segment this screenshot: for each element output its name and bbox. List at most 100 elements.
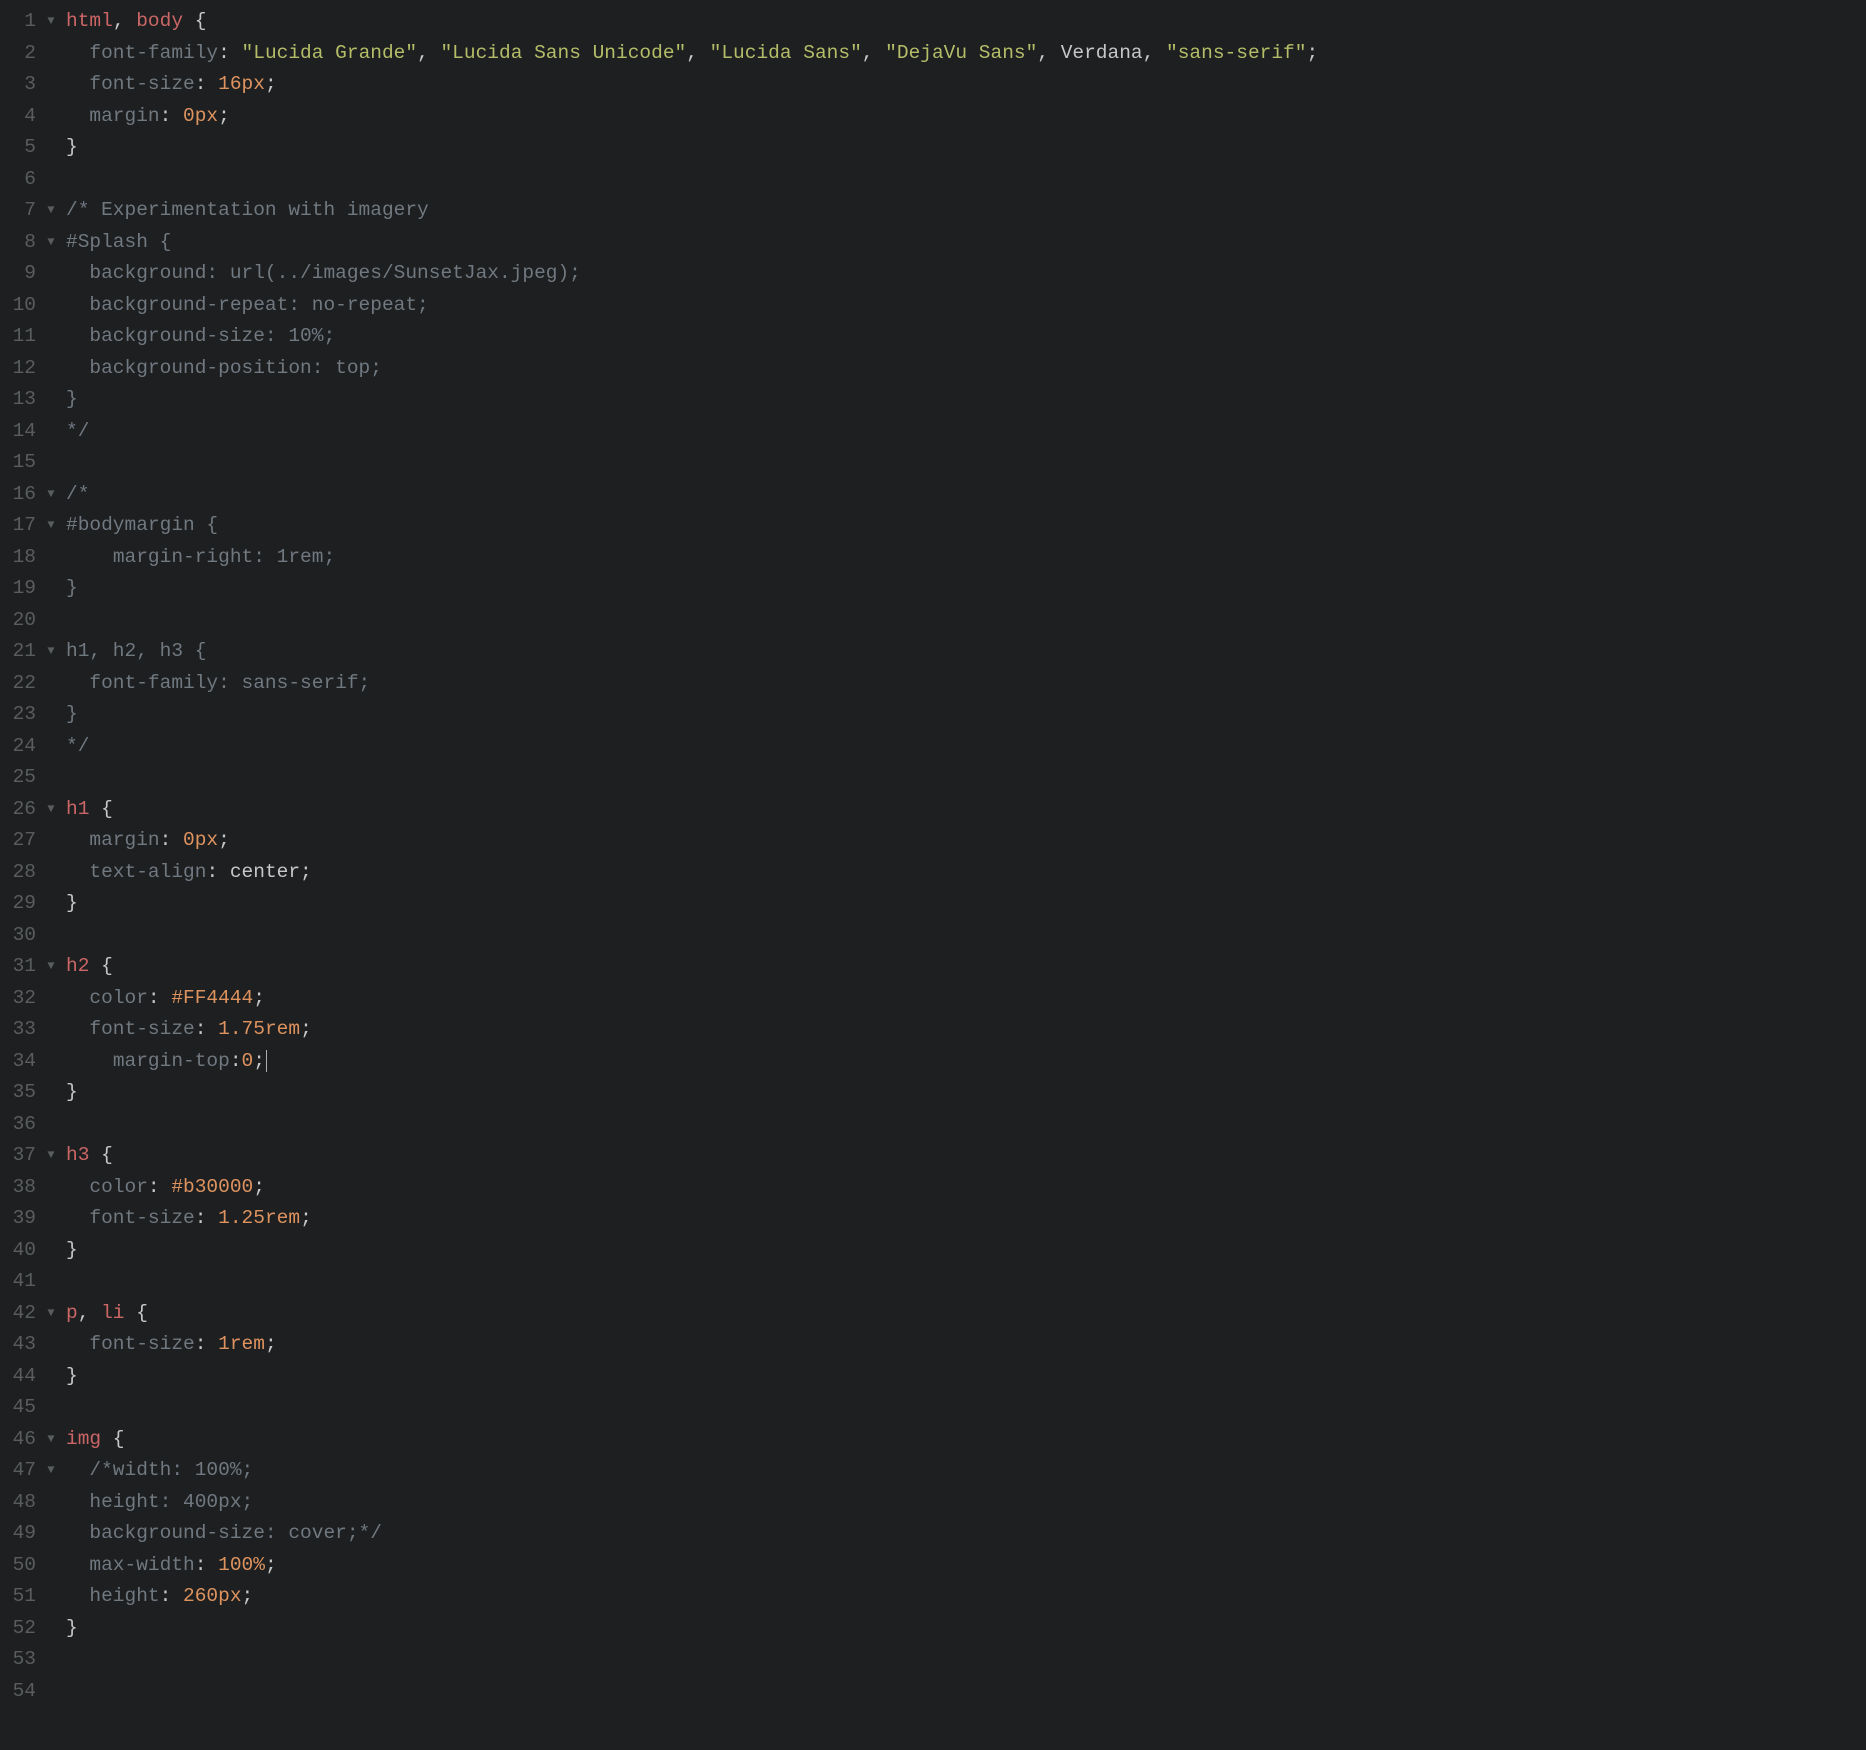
token-tag: body	[136, 6, 183, 37]
fold-toggle-icon	[42, 416, 60, 448]
token-punc: :	[160, 101, 183, 132]
code-line[interactable]: text-align: center;	[66, 857, 1866, 889]
code-line[interactable]: #Splash {	[66, 227, 1866, 259]
token-prop: font-family	[89, 38, 218, 69]
code-line[interactable]: margin: 0px;	[66, 101, 1866, 133]
token-comment: }	[66, 573, 78, 604]
token-prop: margin-top	[113, 1046, 230, 1077]
token-punc: ;	[242, 1581, 254, 1612]
code-line[interactable]: font-size: 1rem;	[66, 1329, 1866, 1361]
code-line[interactable]	[66, 447, 1866, 479]
fold-toggle-icon[interactable]: ▼	[42, 1424, 60, 1456]
fold-toggle-icon[interactable]: ▼	[42, 951, 60, 983]
code-line[interactable]: #bodymargin {	[66, 510, 1866, 542]
code-editor[interactable]: 1234567891011121314151617181920212223242…	[0, 0, 1866, 1750]
code-line[interactable]	[66, 164, 1866, 196]
code-line[interactable]: */	[66, 731, 1866, 763]
code-line[interactable]: }	[66, 1361, 1866, 1393]
code-line[interactable]: max-width: 100%;	[66, 1550, 1866, 1582]
code-area[interactable]: html, body { font-family: "Lucida Grande…	[60, 0, 1866, 1750]
code-line[interactable]: }	[66, 699, 1866, 731]
code-line[interactable]: }	[66, 573, 1866, 605]
fold-toggle-icon[interactable]: ▼	[42, 227, 60, 259]
code-line[interactable]: }	[66, 132, 1866, 164]
fold-toggle-icon[interactable]: ▼	[42, 479, 60, 511]
line-number: 25	[0, 762, 42, 794]
line-number: 11	[0, 321, 42, 353]
fold-toggle-icon	[42, 1109, 60, 1141]
code-line[interactable]: /*width: 100%;	[66, 1455, 1866, 1487]
fold-toggle-icon	[42, 164, 60, 196]
fold-toggle-icon[interactable]: ▼	[42, 510, 60, 542]
token-punc: ;	[300, 1203, 312, 1234]
code-line[interactable]	[66, 1109, 1866, 1141]
token-punc: : center;	[206, 857, 311, 888]
code-line[interactable]: font-size: 1.25rem;	[66, 1203, 1866, 1235]
code-line[interactable]: h2 {	[66, 951, 1866, 983]
fold-toggle-icon[interactable]: ▼	[42, 1455, 60, 1487]
fold-toggle-icon[interactable]: ▼	[42, 1140, 60, 1172]
code-line[interactable]	[66, 1644, 1866, 1676]
line-number: 28	[0, 857, 42, 889]
code-line[interactable]	[66, 1266, 1866, 1298]
code-line[interactable]: height: 400px;	[66, 1487, 1866, 1519]
code-line[interactable]: font-family: sans-serif;	[66, 668, 1866, 700]
token-prop: font-size	[89, 1203, 194, 1234]
code-line[interactable]: background-size: 10%;	[66, 321, 1866, 353]
fold-gutter[interactable]: ▼▼▼▼▼▼▼▼▼▼▼▼	[42, 0, 60, 1750]
fold-toggle-icon[interactable]: ▼	[42, 195, 60, 227]
code-line[interactable]: margin-top:0;	[66, 1046, 1866, 1078]
code-line[interactable]: font-size: 1.75rem;	[66, 1014, 1866, 1046]
token-num: 0px	[183, 101, 218, 132]
code-line[interactable]: font-size: 16px;	[66, 69, 1866, 101]
code-line[interactable]: }	[66, 1613, 1866, 1645]
code-line[interactable]: h1 {	[66, 794, 1866, 826]
token-num: 16px	[218, 69, 265, 100]
code-line[interactable]: /*	[66, 479, 1866, 511]
code-line[interactable]	[66, 920, 1866, 952]
code-line[interactable]: h3 {	[66, 1140, 1866, 1172]
code-line[interactable]	[66, 1392, 1866, 1424]
code-line[interactable]: }	[66, 1235, 1866, 1267]
code-line[interactable]: p, li {	[66, 1298, 1866, 1330]
fold-toggle-icon[interactable]: ▼	[42, 6, 60, 38]
code-line[interactable]: background-repeat: no-repeat;	[66, 290, 1866, 322]
code-line[interactable]: }	[66, 1077, 1866, 1109]
line-number: 50	[0, 1550, 42, 1582]
fold-toggle-icon[interactable]: ▼	[42, 794, 60, 826]
token-prop: margin	[89, 101, 159, 132]
token-punc: ,	[113, 6, 136, 37]
code-line[interactable]	[66, 1676, 1866, 1708]
code-line[interactable]: color: #FF4444;	[66, 983, 1866, 1015]
code-line[interactable]: height: 260px;	[66, 1581, 1866, 1613]
token-punc: {	[183, 6, 206, 37]
code-line[interactable]: }	[66, 888, 1866, 920]
token-comment: font-family: sans-serif;	[89, 668, 370, 699]
line-number: 44	[0, 1361, 42, 1393]
code-line[interactable]: color: #b30000;	[66, 1172, 1866, 1204]
code-line[interactable]: html, body {	[66, 6, 1866, 38]
fold-toggle-icon	[42, 1518, 60, 1550]
code-line[interactable]: margin: 0px;	[66, 825, 1866, 857]
code-line[interactable]: /* Experimentation with imagery	[66, 195, 1866, 227]
fold-toggle-icon[interactable]: ▼	[42, 1298, 60, 1330]
line-number: 5	[0, 132, 42, 164]
code-line[interactable]: h1, h2, h3 {	[66, 636, 1866, 668]
code-line[interactable]: font-family: "Lucida Grande", "Lucida Sa…	[66, 38, 1866, 70]
code-line[interactable]	[66, 605, 1866, 637]
code-line[interactable]: background-position: top;	[66, 353, 1866, 385]
line-number: 38	[0, 1172, 42, 1204]
code-line[interactable]: */	[66, 416, 1866, 448]
token-tag: h1	[66, 794, 89, 825]
token-comment: /*	[66, 479, 89, 510]
code-line[interactable]	[66, 762, 1866, 794]
code-line[interactable]: background-size: cover;*/	[66, 1518, 1866, 1550]
code-line[interactable]: }	[66, 384, 1866, 416]
code-line[interactable]: background: url(../images/SunsetJax.jpeg…	[66, 258, 1866, 290]
code-line[interactable]: img {	[66, 1424, 1866, 1456]
line-number-gutter: 1234567891011121314151617181920212223242…	[0, 0, 42, 1750]
token-prop: max-width	[89, 1550, 194, 1581]
fold-toggle-icon[interactable]: ▼	[42, 636, 60, 668]
token-comment: #bodymargin {	[66, 510, 218, 541]
code-line[interactable]: margin-right: 1rem;	[66, 542, 1866, 574]
